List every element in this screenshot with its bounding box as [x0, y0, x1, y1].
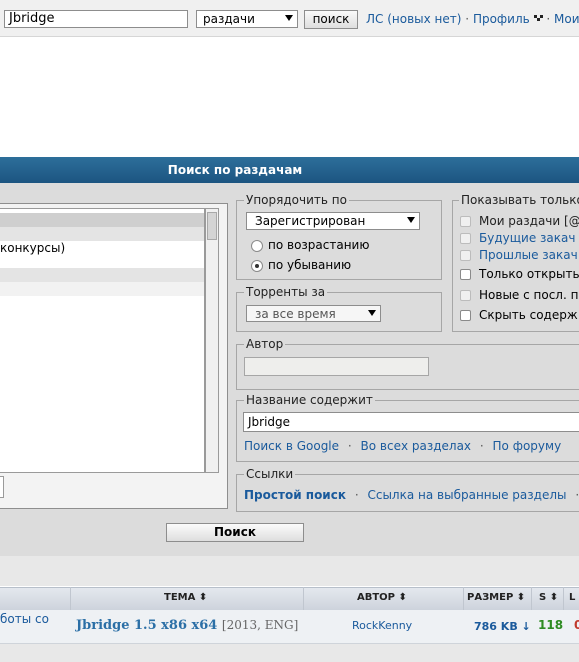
new-since-last-checkbox[interactable]	[460, 290, 471, 301]
search-scope-select[interactable]: раздачи	[196, 10, 298, 28]
sort-icon: ⬍	[516, 592, 526, 603]
row-tags: [2013, ENG]	[221, 618, 299, 632]
separator: ·	[347, 439, 352, 453]
hide-content-label[interactable]: Скрыть содерж	[479, 308, 578, 322]
title-links: Поиск в Google · Во всех разделах · По ф…	[244, 439, 561, 453]
period-legend: Торренты за	[244, 285, 328, 299]
separator: ·	[354, 488, 359, 502]
row-title[interactable]: Jbridge 1.5 x86 x64	[76, 618, 217, 633]
sort-legend: Упорядочить по	[244, 193, 349, 207]
panel-title: Поиск по раздачам	[167, 163, 303, 177]
future-downloads-checkbox[interactable]	[460, 233, 471, 244]
row-seeds: 118	[538, 618, 564, 632]
scrollbar-thumb[interactable]	[207, 212, 217, 240]
results-spacer	[0, 556, 579, 586]
google-search-link[interactable]: Поиск в Google	[244, 439, 339, 453]
links-row: Простой поиск · Ссылка на выбранные разд…	[244, 488, 579, 502]
all-sections-link[interactable]: Во всех разделах	[361, 439, 472, 453]
col-size-label: РАЗМЕР	[467, 592, 514, 603]
top-search-button[interactable]: поиск	[304, 10, 358, 29]
separator: ·	[465, 12, 470, 26]
col-seeds-header[interactable]: S ⬍	[539, 592, 558, 603]
col-author-label: АВТОР	[357, 592, 396, 603]
forum-input-stub[interactable]	[0, 476, 4, 498]
col-topic-header[interactable]: ТЕМА ⬍	[164, 592, 207, 603]
sort-desc-label[interactable]: по убыванию	[268, 258, 351, 272]
profile-link[interactable]: Профиль	[473, 12, 530, 26]
hide-content-checkbox[interactable]	[460, 310, 471, 321]
forum-search-link[interactable]: По форуму	[493, 439, 562, 453]
sort-asc-radio[interactable]	[251, 240, 263, 252]
profile-icon[interactable]	[533, 11, 543, 21]
list-item[interactable]	[0, 282, 204, 296]
links-legend: Ссылки	[244, 467, 296, 481]
period-select-value: за все время	[255, 307, 336, 321]
author-legend: Автор	[244, 337, 286, 351]
col-topic-label: ТЕМА	[164, 592, 196, 603]
list-item[interactable]	[0, 268, 204, 282]
title-search-input[interactable]: Jbridge	[243, 412, 579, 432]
separator: ·	[479, 439, 484, 453]
only-open-checkbox[interactable]	[460, 269, 471, 280]
top-search-input[interactable]: Jbridge	[4, 10, 188, 28]
past-downloads-link[interactable]: Прошлые закач	[479, 248, 578, 262]
user-links: ЛС (новых нет) · Профиль · Мои с	[366, 12, 579, 26]
forum-scrollbar[interactable]	[205, 208, 219, 473]
sort-desc-radio[interactable]	[251, 260, 263, 272]
sort-icon: ⬍	[198, 592, 208, 603]
pm-link[interactable]: ЛС (новых нет)	[366, 12, 461, 26]
show-only-legend: Показывать только	[459, 193, 579, 207]
row-author-link[interactable]: RockKenny	[352, 619, 412, 632]
my-releases-label: Мои раздачи [@	[479, 214, 579, 228]
col-leech-header[interactable]: L	[569, 592, 575, 603]
row-forum-link[interactable]: боты со	[0, 612, 49, 626]
search-scope-value: раздачи	[203, 12, 255, 26]
results-footer	[0, 644, 579, 662]
my-link[interactable]: Мои с	[554, 12, 579, 26]
col-leech-label: L	[569, 592, 576, 603]
chevron-down-icon	[407, 217, 415, 223]
future-downloads-link[interactable]: Будущие закач	[479, 231, 575, 245]
forum-list[interactable]: конкурсы)	[0, 208, 205, 473]
sort-select[interactable]: Зарегистрирован	[246, 212, 420, 230]
chevron-down-icon	[285, 15, 293, 21]
separator: ·	[546, 12, 551, 26]
col-size-header[interactable]: РАЗМЕР ⬍	[467, 592, 525, 603]
past-downloads-checkbox[interactable]	[460, 250, 471, 261]
selected-sections-link[interactable]: Ссылка на выбранные разделы	[367, 488, 566, 502]
title-legend: Название содержит	[244, 393, 375, 407]
simple-search-link[interactable]: Простой поиск	[244, 488, 346, 502]
row-size-download[interactable]: 786 KB ↓	[474, 620, 531, 633]
new-since-last-label[interactable]: Новые с посл. п	[479, 288, 578, 302]
list-item[interactable]: конкурсы)	[0, 241, 204, 255]
list-item[interactable]	[0, 227, 204, 241]
sort-asc-label[interactable]: по возрастанию	[268, 238, 369, 252]
chevron-down-icon	[368, 310, 376, 316]
row-leech: 0	[574, 618, 579, 632]
col-author-header[interactable]: АВТОР ⬍	[357, 592, 407, 603]
separator: ·	[575, 488, 579, 502]
period-select[interactable]: за все время	[246, 305, 381, 322]
col-seeds-label: S	[539, 592, 547, 603]
my-releases-checkbox[interactable]	[460, 216, 471, 227]
sort-icon: ⬍	[549, 592, 559, 603]
sort-icon: ⬍	[398, 592, 407, 603]
search-submit-button[interactable]: Поиск	[166, 523, 304, 542]
list-item[interactable]	[0, 213, 204, 227]
row-title-link[interactable]: Jbridge 1.5 x86 x64 [2013, ENG]	[76, 618, 298, 633]
only-open-label[interactable]: Только открыть	[479, 267, 579, 281]
author-input[interactable]	[244, 357, 429, 376]
sort-select-value: Зарегистрирован	[255, 214, 366, 228]
